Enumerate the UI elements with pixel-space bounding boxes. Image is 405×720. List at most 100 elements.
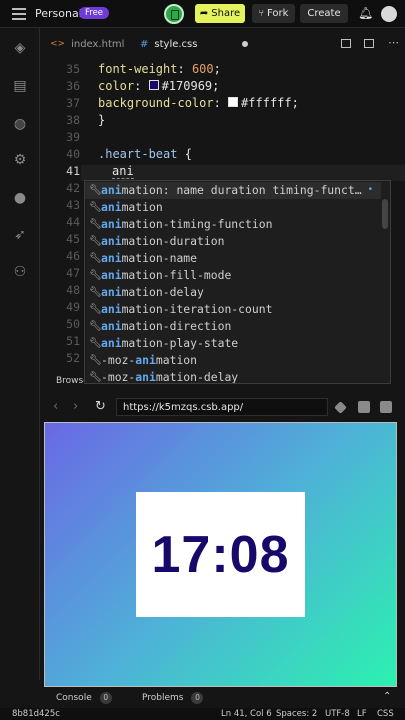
tab-label: style.css bbox=[154, 38, 198, 50]
line-number: 43 bbox=[66, 198, 80, 212]
suggestion-item[interactable]: 🔧︎ animation-duration bbox=[85, 233, 381, 250]
css-value: #170969 bbox=[161, 79, 213, 93]
suggestion-rest: mation-delay bbox=[121, 285, 204, 299]
suggestion-item[interactable]: 🔧︎ animation-iteration-count bbox=[85, 301, 381, 318]
share-label: Share bbox=[211, 8, 241, 19]
open-window-icon[interactable] bbox=[380, 401, 392, 413]
line-number: 36 bbox=[66, 79, 80, 93]
encoding[interactable]: UTF-8 bbox=[325, 708, 350, 720]
suggestion-prefix: -moz- bbox=[101, 353, 136, 367]
css-selector: .heart-beat bbox=[98, 147, 178, 161]
more-icon[interactable]: ⋯ bbox=[388, 36, 399, 49]
suggestion-item[interactable]: 🔧︎ animation-play-state bbox=[85, 335, 381, 352]
suggestion-label: -moz-animation bbox=[101, 352, 197, 369]
color-swatch[interactable] bbox=[148, 80, 159, 90]
users-icon[interactable]: ⚇ bbox=[12, 264, 28, 280]
activity-bar: ◈ ▤ ◍ ⚙ ● ➶ ⚇ bbox=[0, 28, 40, 680]
line-ending[interactable]: LF bbox=[357, 708, 367, 720]
suggestion-match: ani bbox=[101, 183, 122, 197]
rocket-icon[interactable]: ➶ bbox=[12, 227, 28, 243]
file-icon[interactable]: ▤ bbox=[12, 78, 28, 94]
suggestion-item[interactable]: 🔧︎ animation bbox=[85, 199, 381, 216]
back-icon[interactable]: ‹ bbox=[53, 399, 58, 414]
wrench-icon: 🔧︎ bbox=[89, 185, 102, 196]
indentation[interactable]: Spaces: 2 bbox=[276, 708, 317, 720]
tab-style-css[interactable]: # style.css bbox=[130, 33, 256, 55]
suggestion-item[interactable]: 🔧︎ -moz-animation-delay bbox=[85, 369, 381, 384]
split-editor-icon[interactable] bbox=[341, 39, 351, 48]
code-text: } bbox=[98, 113, 106, 127]
suggestion-item[interactable]: 🔧︎ animation-direction bbox=[85, 318, 381, 335]
wrench-icon: 🔧︎ bbox=[89, 287, 102, 298]
wrench-icon: 🔧︎ bbox=[89, 236, 102, 247]
suggestion-item[interactable]: 🔧︎ animation-name bbox=[85, 250, 381, 267]
line-number: 41 bbox=[66, 164, 80, 178]
line-number: 45 bbox=[66, 232, 80, 246]
clock-time: 17:08 bbox=[151, 525, 290, 584]
preview-toggle-icon[interactable] bbox=[364, 39, 374, 48]
url-input[interactable] bbox=[116, 398, 328, 416]
css-property: font-weight bbox=[98, 62, 178, 76]
refresh-icon[interactable]: ↻ bbox=[95, 399, 106, 414]
copy-icon[interactable] bbox=[358, 401, 370, 413]
language-mode[interactable]: CSS bbox=[377, 708, 394, 720]
line-number: 53 bbox=[40, 367, 80, 370]
suggestion-item[interactable]: 🔧︎ animation: name duration timing-funct…… bbox=[85, 182, 381, 199]
suggestion-match: ani bbox=[101, 319, 122, 333]
chevron-up-icon[interactable]: ⌃ bbox=[383, 691, 391, 702]
suggestion-match: ani bbox=[101, 251, 122, 265]
suggestion-label: animation-direction bbox=[101, 318, 231, 335]
search-icon[interactable]: ◍ bbox=[12, 116, 28, 132]
share-button[interactable]: ➦ Share bbox=[195, 4, 245, 23]
suggestion-item[interactable]: 🔧︎ animation-delay bbox=[85, 284, 381, 301]
suggestion-rest: mation-iteration-count bbox=[121, 302, 273, 316]
css-property: background-color bbox=[98, 96, 214, 110]
bell-icon[interactable]: 🔔︎ bbox=[358, 6, 373, 20]
suggestion-rest: mation-timing-function bbox=[121, 217, 273, 231]
unsaved-dot-icon[interactable] bbox=[242, 41, 248, 47]
tab-index-html[interactable]: <> index.html bbox=[40, 33, 130, 55]
suggestion-label: animation-delay bbox=[101, 284, 204, 301]
suggestion-label: animation-duration bbox=[101, 233, 224, 250]
css-value: 600 bbox=[191, 62, 214, 76]
css-value: #ffffff bbox=[241, 96, 292, 110]
browser-panel-label[interactable]: Browser bbox=[56, 376, 84, 386]
line-number: 51 bbox=[66, 334, 80, 348]
info-dot-icon[interactable]: • bbox=[368, 182, 373, 199]
suggestion-rest: mation-delay bbox=[155, 370, 239, 384]
wrench-icon: 🔧︎ bbox=[89, 304, 102, 315]
devtools-icon[interactable] bbox=[334, 401, 347, 414]
status-bar: 8b81d425c Ln 41, Col 6 Spaces: 2 UTF-8 L… bbox=[0, 708, 405, 720]
suggestion-label: animation-timing-function bbox=[101, 216, 272, 233]
suggestion-item[interactable]: 🔧︎ animation-timing-function bbox=[85, 216, 381, 233]
hash-icon: # bbox=[140, 38, 149, 50]
line-number: 44 bbox=[66, 215, 80, 229]
line-number: 37 bbox=[66, 96, 80, 110]
gear-icon[interactable]: ⚙ bbox=[12, 152, 28, 168]
color-swatch[interactable] bbox=[228, 97, 239, 107]
project-name[interactable]: Personal bbox=[35, 7, 82, 20]
menu-icon[interactable] bbox=[12, 8, 26, 20]
avatar[interactable] bbox=[381, 6, 397, 22]
code-line: 36 color: #170969; bbox=[40, 78, 405, 95]
github-icon[interactable]: ● bbox=[12, 190, 28, 206]
suggestion-item[interactable]: 🔧︎ animation-fill-mode bbox=[85, 267, 381, 284]
tab-problems[interactable]: Problems 0 bbox=[142, 692, 204, 704]
suggestion-label: animation-play-state bbox=[101, 335, 238, 352]
forward-icon[interactable]: › bbox=[73, 399, 78, 414]
fork-label: Fork bbox=[266, 8, 289, 19]
cursor-position[interactable]: Ln 41, Col 6 bbox=[221, 708, 272, 720]
suggestion-rest: mation-play-state bbox=[121, 336, 239, 350]
suggestion-rest: mation bbox=[155, 353, 198, 367]
suggestion-rest: mation-name bbox=[121, 251, 198, 265]
create-button[interactable]: Create bbox=[300, 4, 348, 23]
commit-hash[interactable]: 8b81d425c bbox=[12, 708, 60, 720]
cube-icon[interactable]: ◈ bbox=[12, 40, 28, 56]
suggestion-item[interactable]: 🔧︎ -moz-animation bbox=[85, 352, 381, 369]
suggestion-scrollbar[interactable] bbox=[382, 199, 388, 229]
tab-console[interactable]: Console 0 bbox=[56, 692, 112, 704]
wrench-icon: 🔧︎ bbox=[89, 253, 102, 264]
fork-button[interactable]: ⑂ Fork bbox=[252, 4, 295, 23]
save-icon[interactable] bbox=[164, 4, 184, 24]
code-text: { bbox=[177, 147, 192, 161]
